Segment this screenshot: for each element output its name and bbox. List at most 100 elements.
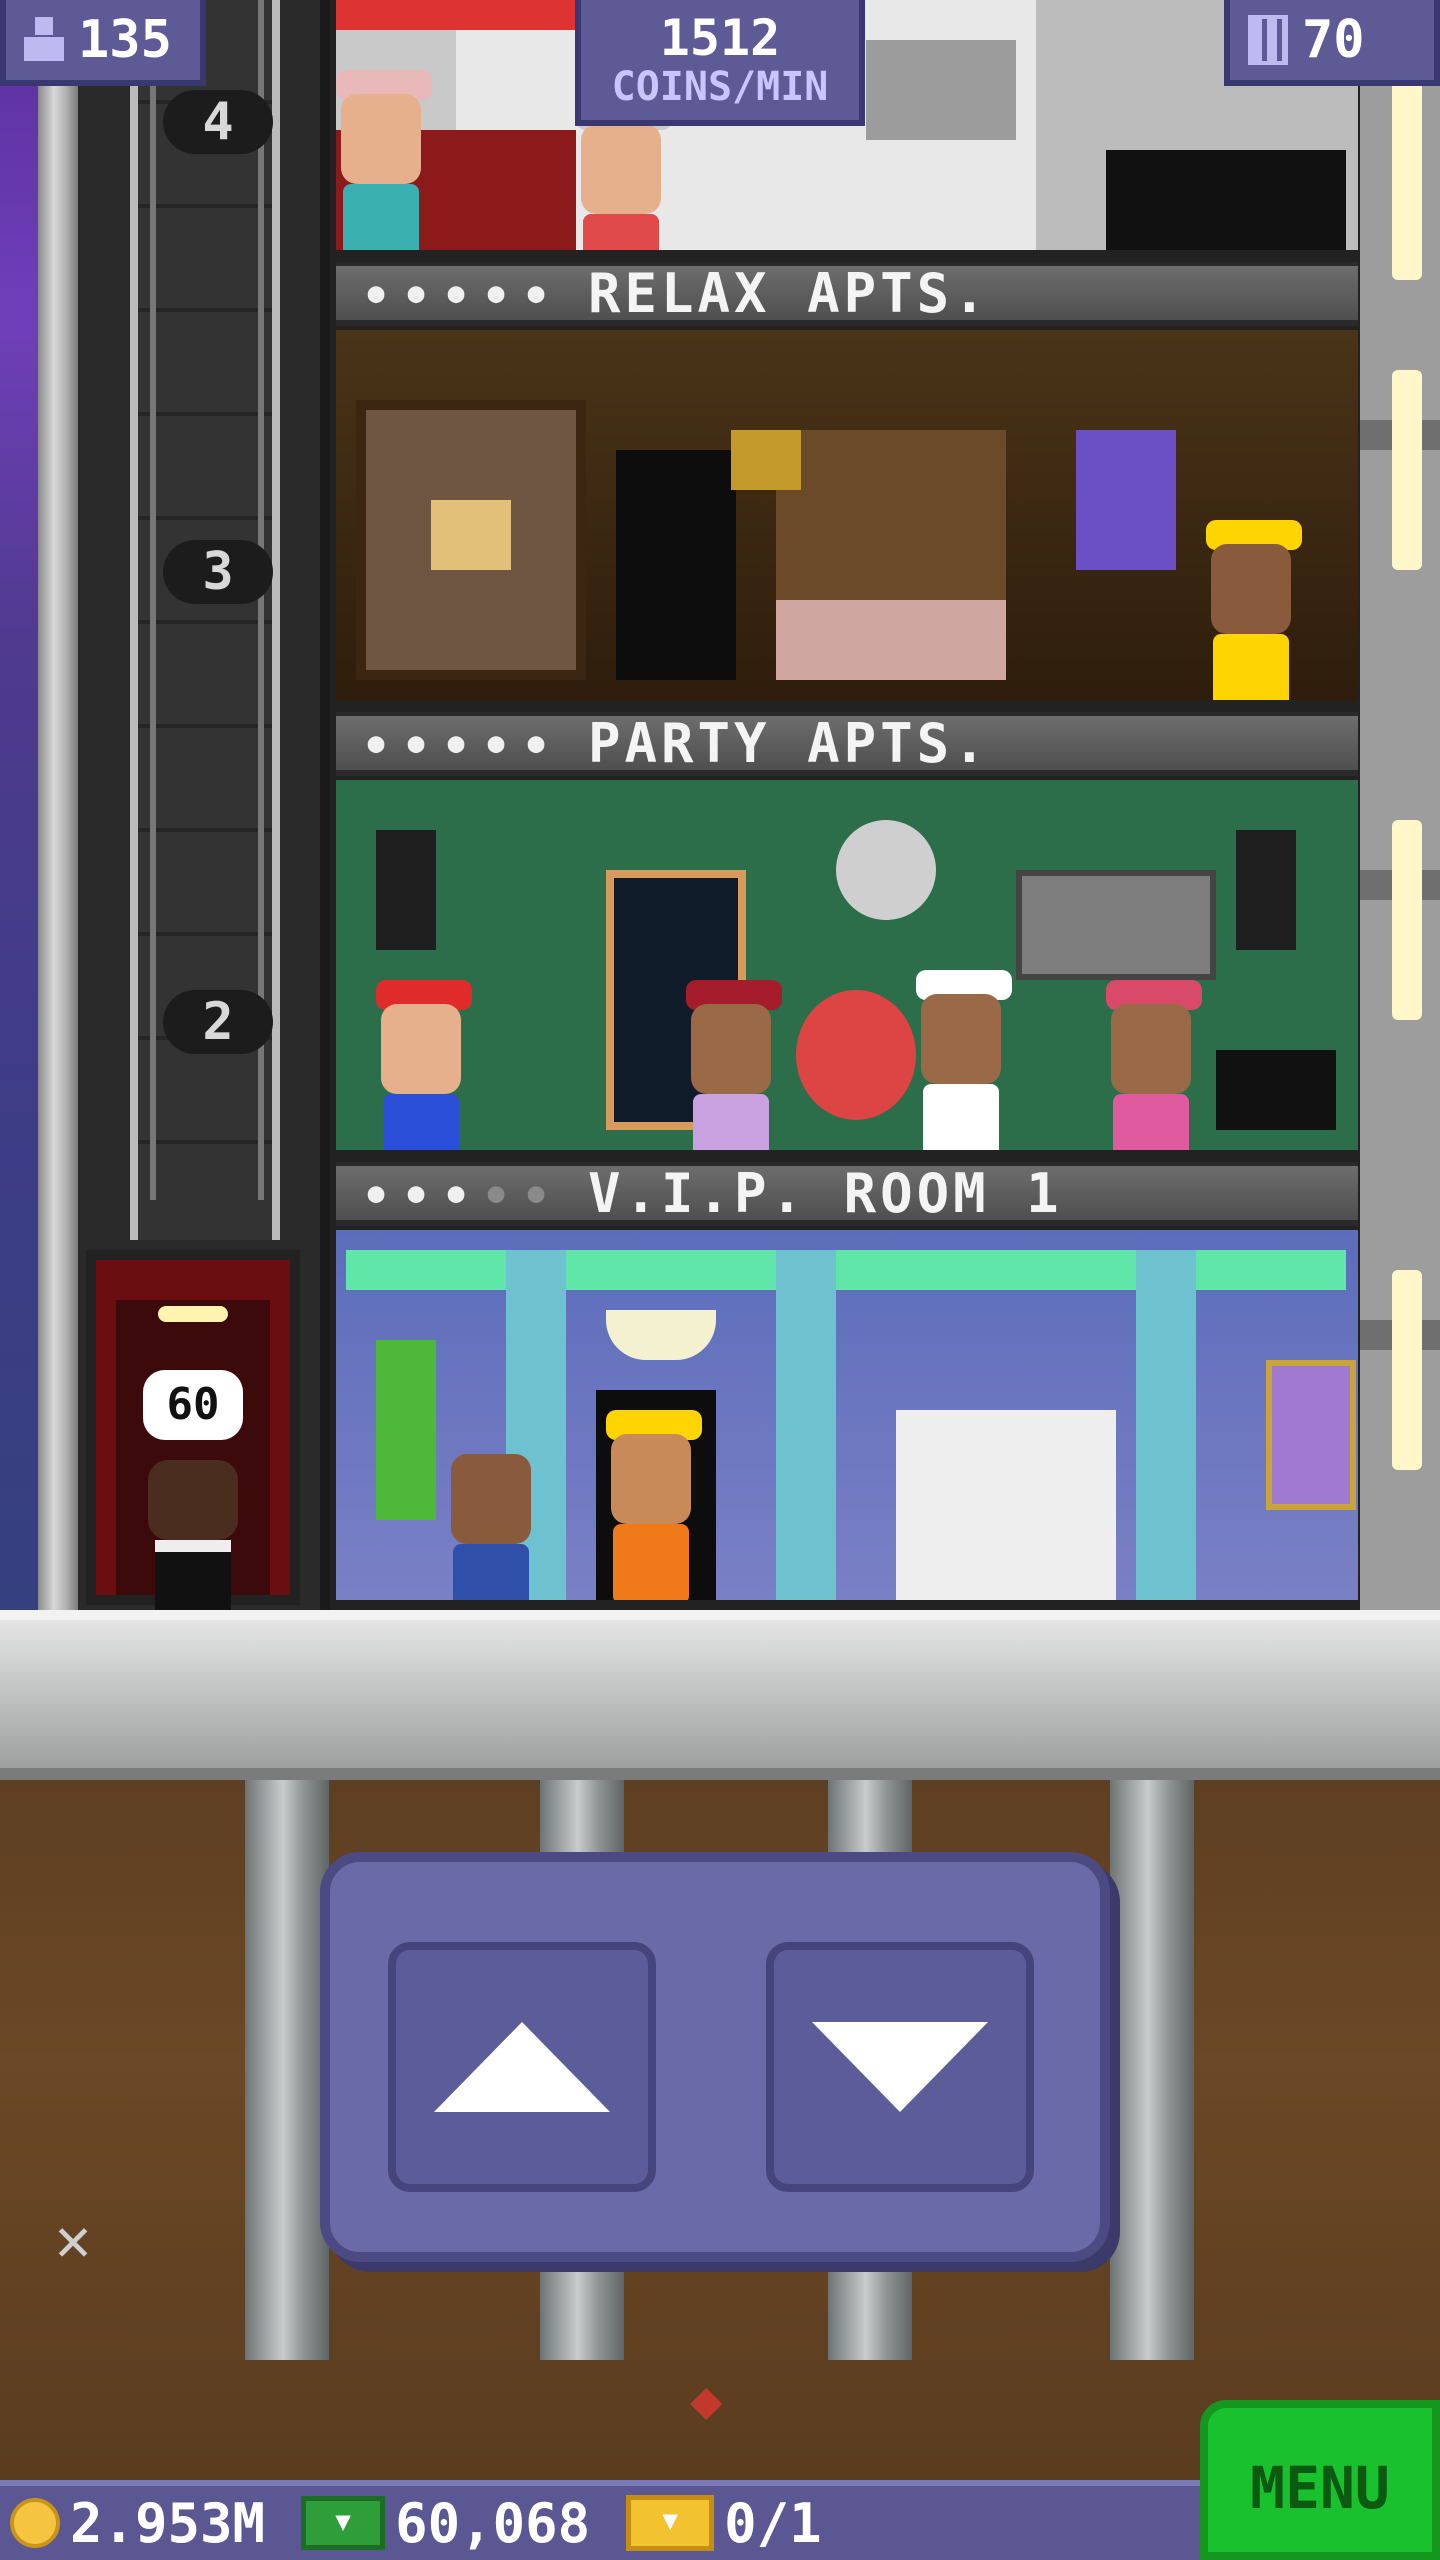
coins-rate-display[interactable]: 1512 COINS/MIN [575,0,865,126]
elevator-car[interactable]: 60 [86,1250,300,1610]
side-window [1392,80,1422,280]
tickets-balance[interactable]: 0/1 [626,2483,822,2560]
star-icon: ● [447,276,465,309]
lamp [431,500,511,570]
resident-figure[interactable] [686,980,782,1150]
star-icon: ● [367,1176,385,1209]
column [776,1250,836,1600]
bed [776,600,1006,680]
floor-room-relax[interactable] [336,330,1358,700]
arrow-down-icon [812,2022,988,2112]
tickets-value: 0/1 [724,2491,822,2555]
floor-stars: ● ● ● ● ● [360,727,552,759]
egg-chair [796,990,916,1120]
chandelier [606,1310,716,1360]
menu-button[interactable]: MENU [1200,2400,1440,2560]
population-counter[interactable]: 135 [0,0,206,86]
resident-figure[interactable] [1206,520,1302,700]
elevator-shaft[interactable]: 4 3 2 60 [78,0,330,1610]
resident-figure[interactable] [916,970,1012,1150]
star-icon: ● [527,726,545,759]
floor-counter[interactable]: 70 [1224,0,1440,86]
star-icon: ● [487,1176,505,1209]
floor-number-label: 2 [163,990,273,1054]
horse-fountain [896,1410,1116,1600]
elevator-capacity-sign: 60 [143,1370,243,1440]
tower: ● ● ● ● ● RELAX APTS. ● ● ● ● ● PARTY AP… [330,0,1360,1610]
headboard [776,430,1006,600]
floor-room-vip[interactable] [336,1230,1358,1600]
star-icon: ● [367,276,385,309]
elevator-interior: 60 [116,1300,270,1610]
star-icon: ● [407,1176,425,1209]
side-window [1392,820,1422,1020]
star-icon: ● [527,1176,545,1209]
floor-title: RELAX APTS. [588,261,990,325]
star-icon: ● [527,276,545,309]
disco-ball [836,820,936,920]
floor-stars: ● ● ● ● ● [360,277,552,309]
arrow-up-icon [434,2022,610,2112]
elevator-light [158,1306,228,1322]
bed [1106,150,1346,250]
resident-figure[interactable] [606,1410,702,1600]
bux-icon [301,2496,386,2550]
doorway [616,450,736,680]
star-icon: ● [407,276,425,309]
coins-value: 2.953M [70,2491,266,2555]
coin-icon [10,2498,60,2548]
resident-figure[interactable] [446,1430,536,1600]
floor-title: V.I.P. ROOM 1 [588,1161,1063,1225]
hanging-lantern [731,430,801,490]
floor-title: PARTY APTS. [588,711,990,775]
column [1136,1250,1196,1600]
side-window [1392,1270,1422,1470]
elevator-down-button[interactable] [766,1942,1034,2192]
plant-tube [376,1340,436,1520]
tv-screen [1016,870,1216,980]
elevator-controls [320,1852,1110,2262]
bone-icon[interactable]: ✕ [55,2205,125,2275]
floor-number-label: 3 [163,540,273,604]
coins-rate-value: 1512 [659,9,781,67]
speaker [1236,830,1296,950]
star-icon: ● [447,1176,465,1209]
wall-art [866,40,1016,140]
coins-rate-unit: COINS/MIN [611,64,829,110]
floor-number-label: 4 [163,90,273,154]
floor-count-value: 70 [1302,10,1365,70]
foundation-pillar [245,1780,329,2360]
stereo [1216,1050,1336,1130]
elevator-up-button[interactable] [388,1942,656,2192]
purple-window [1076,430,1176,570]
star-icon: ● [367,726,385,759]
bux-balance[interactable]: 60,068 [301,2483,590,2560]
floor-header-vip[interactable]: ● ● ● ● ● V.I.P. ROOM 1 [336,1162,1358,1226]
resident-figure[interactable] [376,980,472,1150]
resident-figure[interactable] [1106,980,1202,1150]
coins-balance[interactable]: 2.953M [10,2483,265,2560]
star-icon: ● [407,726,425,759]
sky-background [0,0,40,1610]
star-icon: ● [487,726,505,759]
person-icon [24,17,64,63]
star-icon: ● [447,726,465,759]
ticket-icon [626,2495,715,2551]
elevator-passenger[interactable] [148,1460,238,1610]
bux-value: 60,068 [395,2491,591,2555]
star-icon: ● [487,276,505,309]
lobby-floor[interactable] [0,1610,1440,1780]
floor-room-party[interactable] [336,780,1358,1150]
floor-stars: ● ● ● ● ● [360,1177,552,1209]
population-value: 135 [78,10,172,70]
resident-figure[interactable] [336,70,432,250]
gem-icon[interactable]: ◆ [690,2370,750,2430]
room-decor [336,0,576,30]
side-window [1392,370,1422,570]
floor-header-relax[interactable]: ● ● ● ● ● RELAX APTS. [336,262,1358,326]
floor-header-party[interactable]: ● ● ● ● ● PARTY APTS. [336,712,1358,776]
stained-glass [346,1250,1346,1290]
building-left-edge [38,0,78,1610]
wall-art [1266,1360,1356,1510]
speaker [376,830,436,950]
